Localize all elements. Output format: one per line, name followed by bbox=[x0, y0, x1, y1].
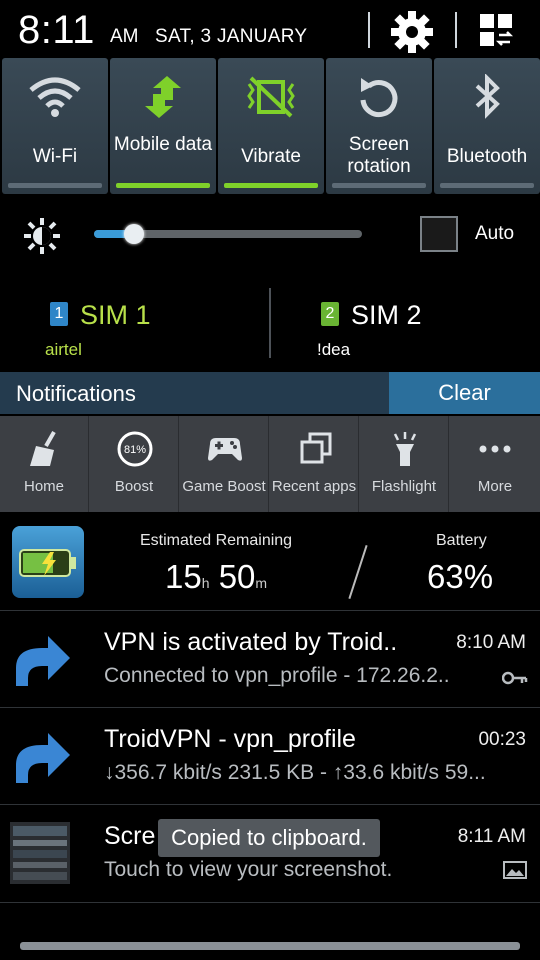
sim-2-name: SIM 2 bbox=[351, 300, 422, 330]
header-divider bbox=[455, 12, 457, 48]
sim-1-operator: airtel bbox=[45, 340, 82, 359]
toggle-vibrate[interactable]: Vibrate bbox=[218, 58, 324, 194]
key-icon bbox=[501, 668, 528, 688]
divider bbox=[0, 902, 540, 903]
sim-selector: 1 SIM 1 airtel 2 SIM 2 !dea bbox=[0, 276, 540, 372]
auto-brightness-checkbox[interactable] bbox=[420, 216, 458, 252]
toggle-wifi[interactable]: Wi-Fi bbox=[2, 58, 108, 194]
shortcut-label: Game Boost bbox=[182, 478, 266, 495]
toggle-label: Screen rotation bbox=[347, 134, 411, 177]
estimated-remaining-label: Estimated Remaining bbox=[140, 532, 293, 549]
notification-subtitle: ↓356.7 kbit/s 231.5 KB - ↑33.6 kbit/s 59… bbox=[104, 761, 486, 784]
header-divider bbox=[368, 12, 370, 48]
clear-button[interactable]: Clear bbox=[389, 372, 540, 414]
shortcut-recent-apps[interactable]: Recent apps bbox=[270, 416, 359, 512]
vpn-arrow-icon bbox=[8, 729, 72, 785]
vpn-arrow-icon bbox=[8, 632, 72, 688]
toggle-state-bar bbox=[332, 183, 426, 188]
battery-doctor-app-icon bbox=[12, 526, 84, 598]
divider bbox=[0, 804, 540, 805]
notification-time: 8:11 AM bbox=[457, 826, 526, 847]
brightness-slider-thumb[interactable] bbox=[124, 224, 145, 244]
toggle-screen-rotation[interactable]: Screen rotation bbox=[326, 58, 432, 194]
notification-subtitle: Touch to view your screenshot. bbox=[104, 858, 393, 881]
sim-2-operator: !dea bbox=[317, 340, 351, 359]
troidvpn-status-notification[interactable]: TroidVPN - vpn_profile 00:23 ↓356.7 kbit… bbox=[0, 709, 540, 805]
notification-title: Scre bbox=[104, 822, 156, 850]
sim-1-name: SIM 1 bbox=[80, 300, 151, 330]
sim-2-badge-icon: 2 bbox=[321, 302, 339, 326]
boost-value: 81% bbox=[124, 444, 146, 456]
slash-divider bbox=[348, 545, 368, 599]
shortcut-label: More bbox=[477, 478, 513, 495]
screen-rotation-icon bbox=[351, 74, 407, 120]
toggle-state-bar bbox=[224, 183, 318, 188]
mobile-data-icon bbox=[135, 74, 191, 120]
quick-toggles: Wi-Fi Mobile data Vibrate Screen rotatio… bbox=[0, 58, 540, 196]
notification-subtitle: Connected to vpn_profile - 172.26.2.. bbox=[104, 664, 450, 687]
notification-time: 00:23 bbox=[478, 729, 526, 750]
shortcut-label: Flashlight bbox=[371, 478, 437, 495]
notifications-title: Notifications bbox=[16, 381, 136, 406]
shortcut-label: Boost bbox=[114, 478, 154, 495]
image-icon bbox=[502, 860, 528, 880]
boost-gauge-icon: 81% bbox=[116, 430, 154, 468]
bluetooth-icon bbox=[459, 73, 515, 120]
minutes-unit: m bbox=[255, 575, 268, 591]
sim-2[interactable]: 2 SIM 2 !dea bbox=[271, 276, 540, 372]
remaining-minutes: 50 bbox=[218, 558, 256, 595]
shortcut-flashlight[interactable]: Flashlight bbox=[360, 416, 449, 512]
wifi-icon bbox=[27, 74, 83, 120]
brightness-sun-icon bbox=[22, 216, 62, 256]
toggle-mobile-data[interactable]: Mobile data bbox=[110, 58, 216, 194]
toggle-label: Wi-Fi bbox=[32, 146, 78, 167]
toggle-label: Mobile data bbox=[113, 134, 213, 155]
notifications-header: Notifications Clear bbox=[0, 372, 540, 414]
settings-gear-icon[interactable] bbox=[388, 8, 436, 56]
clock-time: 8:11 bbox=[18, 8, 95, 52]
flashlight-icon bbox=[386, 430, 424, 468]
auto-brightness-label: Auto bbox=[475, 223, 515, 244]
battery-label: Battery bbox=[436, 532, 487, 549]
quick-settings-grid-icon[interactable] bbox=[472, 8, 520, 56]
notification-title: TroidVPN - vpn_profile bbox=[104, 725, 356, 753]
status-header: 8:11 AM SAT, 3 JANUARY bbox=[0, 0, 540, 58]
shortcut-home[interactable]: Home bbox=[0, 416, 89, 512]
notification-time: 8:10 AM bbox=[456, 632, 526, 653]
toggle-bluetooth[interactable]: Bluetooth bbox=[434, 58, 540, 194]
panel-drag-handle[interactable] bbox=[20, 942, 520, 950]
vpn-activated-notification[interactable]: VPN is activated by Troid.. 8:10 AM Conn… bbox=[0, 612, 540, 708]
gamepad-icon bbox=[206, 430, 244, 468]
notification-title: VPN is activated by Troid.. bbox=[104, 628, 398, 656]
vibrate-icon bbox=[243, 74, 299, 120]
sim-1[interactable]: 1 SIM 1 airtel bbox=[0, 276, 269, 372]
recent-apps-icon bbox=[296, 430, 334, 468]
copied-toast: Copied to clipboard. bbox=[158, 819, 380, 857]
shortcut-label: Recent apps bbox=[271, 478, 357, 495]
date-label: SAT, 3 JANUARY bbox=[155, 26, 308, 47]
clock-ampm: AM bbox=[110, 26, 139, 47]
more-dots-icon bbox=[476, 430, 514, 468]
remaining-hours: 15 bbox=[165, 558, 202, 595]
divider bbox=[0, 707, 540, 708]
toggle-state-bar bbox=[116, 183, 210, 188]
hours-unit: h bbox=[201, 575, 210, 591]
toggle-state-bar bbox=[8, 183, 102, 188]
shortcut-more[interactable]: More bbox=[450, 416, 540, 512]
battery-notification[interactable]: Estimated Remaining 15h 50m Battery 63% bbox=[0, 514, 540, 610]
clean-master-shortcuts: Home 81% Boost Game Boost Recent apps Fl… bbox=[0, 416, 540, 512]
shortcut-label: Home bbox=[23, 478, 64, 495]
toggle-label: Vibrate bbox=[241, 146, 301, 167]
shortcut-boost[interactable]: 81% Boost bbox=[90, 416, 179, 512]
estimated-remaining-value: 15h 50m bbox=[165, 558, 267, 596]
toggle-label: Bluetooth bbox=[446, 146, 528, 167]
divider bbox=[0, 610, 540, 611]
screenshot-thumbnail-icon bbox=[10, 822, 70, 884]
sim-1-badge-icon: 1 bbox=[50, 302, 68, 326]
brightness-row: Auto bbox=[0, 196, 540, 276]
toggle-state-bar bbox=[440, 183, 534, 188]
shortcut-game-boost[interactable]: Game Boost bbox=[180, 416, 269, 512]
broom-icon bbox=[26, 430, 64, 468]
battery-percent: 63% bbox=[427, 558, 494, 595]
